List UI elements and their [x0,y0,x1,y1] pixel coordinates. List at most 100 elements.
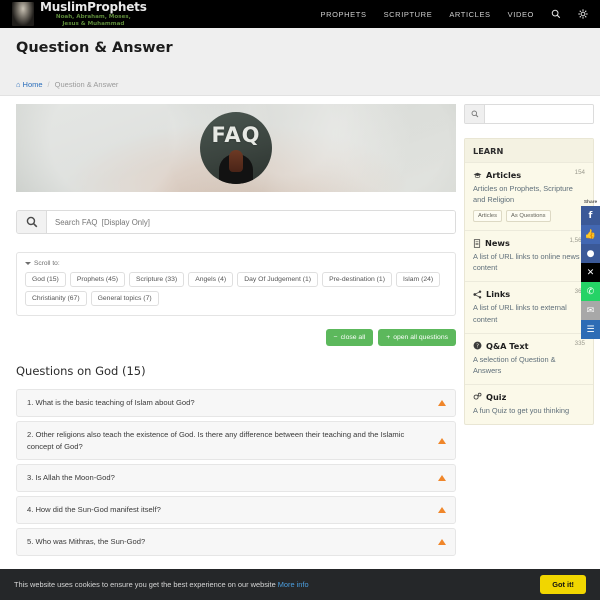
cookie-message-text: This website uses cookies to ensure you … [14,580,276,589]
articles-tags: Articles As Questions [473,210,585,223]
chip-islam[interactable]: Islam (24) [395,272,441,287]
table-row[interactable]: 5. Who was Mithras, the Sun-God? [16,527,456,556]
qa-text-description: A selection of Question & Answers [473,354,556,375]
sidebar: LEARN 154 Articles Articles on Prophets,… [464,104,594,560]
breadcrumb: ⌂ Home / Question & Answer [16,80,584,89]
home-icon: ⌂ [16,80,21,89]
breadcrumb-home-link[interactable]: ⌂ Home [16,80,43,89]
search-icon[interactable] [17,211,47,233]
faq-search-bar[interactable] [16,210,456,234]
page-body: FAQ Scroll to: God (15) Prophets (45) Sc… [0,96,600,560]
minus-icon: − [333,334,338,341]
sidebar-item-label: Links [486,289,511,300]
breadcrumb-separator: / [47,80,50,89]
questions-section-title: Questions on God (15) [16,364,146,378]
sidebar-search-bar[interactable] [464,104,594,124]
scroll-to-toggle[interactable]: Scroll to: [25,260,447,267]
question-text: 3. Is Allah the Moon-God? [27,473,115,483]
brand-subtitle: Noah, Abraham, Moses, Jesus & Muhammad [55,13,131,27]
table-row[interactable]: 1. What is the basic teaching of Islam a… [16,389,456,417]
page-title: Question & Answer [16,40,173,56]
site-header: MuslimProphets Noah, Abraham, Moses, Jes… [0,0,600,28]
close-all-label: close all [340,334,366,341]
chip-god[interactable]: God (15) [25,272,66,287]
x-twitter-share-button[interactable]: ✕ [581,263,600,282]
qa-text-count: 335 [574,339,585,347]
person-hair-icon [229,150,243,172]
tag-as-questions[interactable]: As Questions [506,210,551,223]
cookie-consent-bar: This website uses cookies to ensure you … [0,569,600,600]
question-text: 5. Who was Mithras, the Sun-God? [27,536,146,546]
triangle-up-icon[interactable] [438,437,446,444]
learn-panel-heading: LEARN [465,139,593,162]
cogs-icon [473,392,482,401]
chip-general-topics[interactable]: General topics (7) [90,291,159,306]
faq-hero-image: FAQ [200,112,272,184]
search-icon[interactable] [551,9,561,19]
table-row[interactable]: 4. How did the Sun-God manifest itself? [16,496,456,524]
nav-item-articles[interactable]: ARTICLES [449,10,490,19]
sidebar-item-label: Quiz [486,391,507,402]
nav-item-prophets[interactable]: PROPHETS [321,10,367,19]
sidebar-search-input[interactable] [485,105,593,123]
faq-hero-label: FAQ [211,123,261,147]
cookie-more-info-link[interactable]: More info [278,580,309,589]
faq-search-input[interactable] [47,211,455,233]
faq-hero-banner: FAQ [16,104,456,192]
table-row[interactable]: 3. Is Allah the Moon-God? [16,464,456,493]
plus-icon: + [386,334,391,341]
facebook-like-button[interactable]: 👍 [581,225,600,244]
triangle-up-icon[interactable] [438,475,446,482]
more-share-button[interactable]: ☰ [581,320,600,339]
questions-accordion: 1. What is the basic teaching of Islam a… [16,389,456,556]
breadcrumb-current: Question & Answer [54,80,119,89]
open-all-questions-button[interactable]: + open all questions [378,329,456,346]
whatsapp-share-button[interactable]: ✆ [581,282,600,301]
question-text: 1. What is the basic teaching of Islam a… [27,398,195,407]
sidebar-item-label: Articles [486,170,522,180]
nav-item-video[interactable]: VIDEO [508,10,534,19]
chip-pre-destination[interactable]: Pre-destination (1) [322,272,392,287]
triangle-up-icon[interactable] [438,538,446,545]
sidebar-item-label: News [485,238,510,249]
cookie-accept-button[interactable]: Got it! [540,575,586,594]
chip-prophets[interactable]: Prophets (45) [69,272,126,287]
articles-count: 154 [574,169,585,176]
chevron-down-icon [25,262,31,265]
sidebar-item-qa-text[interactable]: 335 ? Q&A Text A selection of Question &… [465,332,593,384]
messenger-share-button[interactable]: ● [581,244,600,263]
question-text: 2. Other religions also teach the existe… [27,429,405,451]
share-nodes-icon [473,290,482,299]
chip-angels[interactable]: Angels (4) [188,272,234,287]
sidebar-item-links[interactable]: 364 Links A list of URL links to externa… [465,281,593,332]
nav-item-scripture[interactable]: SCRIPTURE [384,10,433,19]
category-chip-list: God (15) Prophets (45) Scripture (33) An… [25,272,447,306]
page-header: Question & Answer ⌂ Home / Question & An… [0,28,600,96]
chip-day-of-judgement[interactable]: Day Of Judgement (1) [237,272,319,287]
main-navigation: PROPHETS SCRIPTURE ARTICLES VIDEO [321,9,589,19]
chip-christianity[interactable]: Christianity (67) [25,291,87,306]
svg-text:?: ? [476,344,479,350]
table-row[interactable]: 2. Other religions also teach the existe… [16,420,456,461]
search-icon[interactable] [465,105,485,123]
email-share-button[interactable]: ✉ [581,301,600,320]
accordion-actions: − close all + open all questions [16,329,456,346]
triangle-up-icon[interactable] [438,399,446,406]
scroll-to-panel: Scroll to: God (15) Prophets (45) Script… [16,252,456,316]
sidebar-item-articles[interactable]: 154 Articles Articles on Prophets, Scrip… [465,162,593,230]
news-description: A list of URL links to online news conte… [473,252,580,273]
tag-articles[interactable]: Articles [473,210,503,223]
facebook-share-button[interactable]: f [581,206,600,225]
scroll-to-label: Scroll to: [34,260,60,267]
triangle-up-icon[interactable] [438,506,446,513]
quiz-description: A fun Quiz to get you thinking [473,405,570,415]
gear-icon[interactable] [578,9,588,19]
close-all-button[interactable]: − close all [325,329,374,346]
sidebar-item-news[interactable]: 1,564 News A list of URL links to online… [465,230,593,281]
brand-title: MuslimProphets [40,0,147,14]
sidebar-item-label: Q&A Text [486,340,529,351]
chip-scripture[interactable]: Scripture (33) [129,272,185,287]
file-icon [473,239,481,248]
site-logo[interactable]: MuslimProphets Noah, Abraham, Moses, Jes… [12,1,147,28]
sidebar-item-quiz[interactable]: Quiz A fun Quiz to get you thinking [465,383,593,424]
